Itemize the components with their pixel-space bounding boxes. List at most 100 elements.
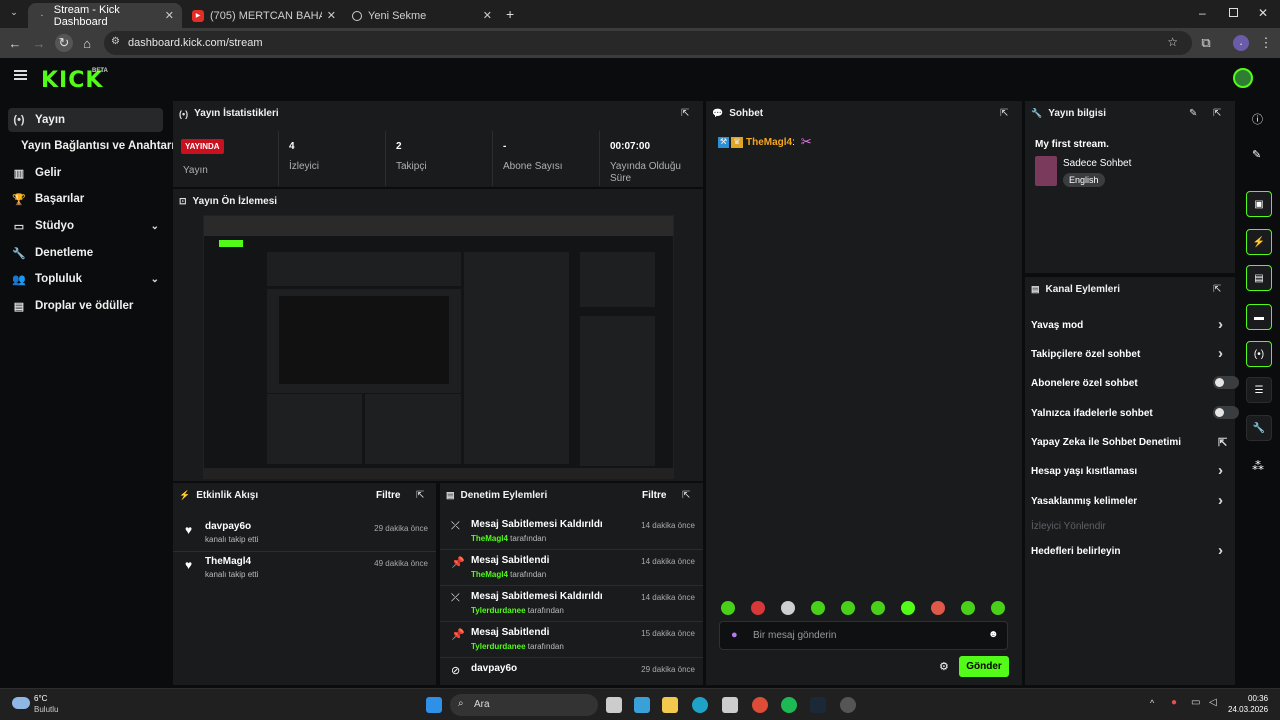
rail-grid-icon[interactable]: ⁂ (1252, 459, 1264, 473)
moderator-name[interactable]: Tylerdurdanee (471, 642, 526, 651)
toggle-switch[interactable] (1213, 406, 1239, 419)
chevron-down-icon[interactable]: ⌄ (151, 221, 159, 232)
app-icon[interactable] (840, 697, 856, 713)
popout-icon[interactable]: ⇱ (1213, 284, 1221, 295)
popout-icon[interactable]: ⇱ (1213, 108, 1221, 119)
moderator-name[interactable]: TheMagl4 (471, 570, 508, 579)
channel-action-item[interactable]: Yalnızca ifadelerle sohbet (1031, 406, 1241, 419)
chat-settings-icon[interactable]: ⚙ (939, 660, 949, 673)
sidebar-item[interactable]: ▭ Stüdyo ⌄ (8, 214, 163, 238)
sidebar-item[interactable]: Yayın Bağlantısı ve Anahtarı (8, 134, 175, 158)
chrome-icon[interactable] (752, 697, 768, 713)
explorer-icon[interactable] (662, 697, 678, 713)
popout-icon[interactable]: ⇱ (416, 490, 424, 501)
copilot-icon[interactable] (634, 697, 650, 713)
close-tab-icon[interactable]: ✕ (483, 9, 492, 22)
filter-button[interactable]: Filtre (376, 490, 400, 501)
forward-icon[interactable]: → (31, 35, 47, 51)
chevron-down-icon[interactable]: ⌄ (151, 274, 159, 285)
send-button[interactable]: Gönder (959, 656, 1009, 677)
task-view-icon[interactable] (606, 697, 622, 713)
sidebar-item[interactable]: ▥ Gelir (8, 161, 163, 185)
hamburger-menu-icon[interactable] (14, 70, 27, 80)
new-tab-button[interactable]: + (506, 6, 514, 22)
emote-icon[interactable] (871, 601, 885, 615)
reload-icon[interactable]: ↻ (55, 34, 73, 52)
sidebar-item[interactable]: ▤ Droplar ve ödüller (8, 294, 163, 318)
clock-date[interactable]: 24.03.2026 (1228, 705, 1268, 714)
emote-icon[interactable] (781, 601, 795, 615)
emote-icon[interactable] (931, 601, 945, 615)
stream-preview-video[interactable] (203, 215, 674, 479)
popout-icon[interactable]: ⇱ (682, 490, 690, 501)
emote-icon[interactable] (841, 601, 855, 615)
popout-icon[interactable]: ⇱ (681, 108, 689, 119)
chat-input[interactable]: ● Bir mesaj gönderin ☻ (719, 621, 1008, 650)
bookmark-star-icon[interactable]: ☆ (1167, 35, 1178, 49)
weather-icon[interactable] (12, 697, 30, 709)
close-tab-icon[interactable]: ✕ (327, 9, 336, 22)
edit-pencil-icon[interactable]: ✎ (1189, 108, 1197, 119)
edge-icon[interactable] (692, 697, 708, 713)
channel-action-item[interactable]: Yapay Zeka ile Sohbet Denetimi ⇱ (1031, 437, 1241, 449)
emoji-icon[interactable]: ☻ (988, 629, 999, 640)
moderator-name[interactable]: TheMagl4 (471, 534, 508, 543)
emote-icon[interactable] (991, 601, 1005, 615)
toggle-switch[interactable] (1213, 376, 1239, 389)
home-icon[interactable]: ⌂ (79, 35, 95, 51)
sidebar-item[interactable]: (•) Yayın (8, 108, 163, 132)
emote-icon[interactable] (811, 601, 825, 615)
sidebar-item[interactable]: 🔧 Denetleme (8, 241, 163, 265)
popout-icon[interactable]: ⇱ (1000, 108, 1008, 119)
steam-icon[interactable] (810, 697, 826, 713)
channel-action-item[interactable]: Abonelere özel sohbet (1031, 376, 1241, 389)
volume-icon[interactable]: ◁ (1209, 697, 1217, 708)
address-bar[interactable]: ⚙ dashboard.kick.com/stream ☆ (104, 31, 1192, 55)
microphone-tray-icon[interactable]: ● (1171, 697, 1177, 708)
activity-user[interactable]: davpay6o (205, 521, 251, 532)
rail-wrench-icon[interactable]: 🔧 (1246, 415, 1272, 441)
browser-tab-kick[interactable]: · Stream - Kick Dashboard ✕ (28, 3, 182, 28)
extensions-icon[interactable]: ⧉ (1198, 35, 1214, 51)
browser-tab-new[interactable]: Yeni Sekme ✕ (344, 3, 500, 28)
channel-action-item[interactable]: Yasaklanmış kelimeler › (1031, 492, 1241, 509)
edit-icon[interactable]: ✎ (1252, 148, 1261, 161)
category-name[interactable]: Sadece Sohbet (1063, 158, 1131, 169)
menu-kebab-icon[interactable]: ⋮ (1258, 35, 1274, 51)
site-info-icon[interactable]: ⚙ (111, 36, 120, 47)
close-tab-icon[interactable]: ✕ (165, 9, 174, 22)
store-icon[interactable] (722, 697, 738, 713)
sidebar-item[interactable]: 👥 Topluluk ⌄ (8, 267, 163, 291)
filter-button[interactable]: Filtre (642, 490, 666, 501)
close-window-button[interactable]: ✕ (1258, 6, 1268, 20)
channel-action-item[interactable]: Hedefleri belirleyin › (1031, 542, 1241, 559)
microphone-icon[interactable]: ● (731, 629, 738, 641)
channel-action-item[interactable]: Hesap yaşı kısıtlaması › (1031, 462, 1241, 479)
emote-icon[interactable] (901, 601, 915, 615)
network-icon[interactable]: ▭ (1191, 697, 1200, 708)
activity-user[interactable]: TheMagl4 (205, 556, 251, 567)
tab-list-button[interactable]: ⌄ (7, 7, 21, 21)
taskbar-search[interactable]: ⌕ Ara (450, 694, 598, 716)
rail-screen-icon[interactable]: ▣ (1246, 191, 1272, 217)
channel-action-item[interactable]: Yavaş mod › (1031, 316, 1241, 333)
moderator-name[interactable]: Tylerdurdanee (471, 606, 526, 615)
rail-chat-icon[interactable]: ▬ (1246, 304, 1272, 330)
channel-action-item[interactable]: Takipçilere özel sohbet › (1031, 345, 1241, 362)
emote-icon[interactable] (721, 601, 735, 615)
tray-chevron-icon[interactable]: ^ (1150, 698, 1154, 708)
rail-layout-icon[interactable]: ☰ (1246, 377, 1272, 403)
back-icon[interactable]: ← (7, 35, 23, 51)
rail-broadcast-icon[interactable]: (•) (1246, 341, 1272, 367)
clock-time[interactable]: 00:36 (1248, 694, 1268, 703)
emote-icon[interactable] (961, 601, 975, 615)
windows-start-icon[interactable] (426, 697, 442, 713)
rail-lightning-icon[interactable]: ⚡ (1246, 229, 1272, 255)
minimize-button[interactable]: – (1199, 6, 1206, 20)
rail-document-icon[interactable]: ▤ (1246, 265, 1272, 291)
spotify-icon[interactable] (781, 697, 797, 713)
info-icon[interactable]: ⓘ (1252, 111, 1263, 127)
browser-tab-youtube[interactable]: ▶ (705) MERTCAN BAHAR İZLİYOR ✕ (184, 3, 344, 28)
chat-username[interactable]: TheMagl4 (746, 137, 792, 148)
restore-button[interactable] (1229, 8, 1238, 17)
